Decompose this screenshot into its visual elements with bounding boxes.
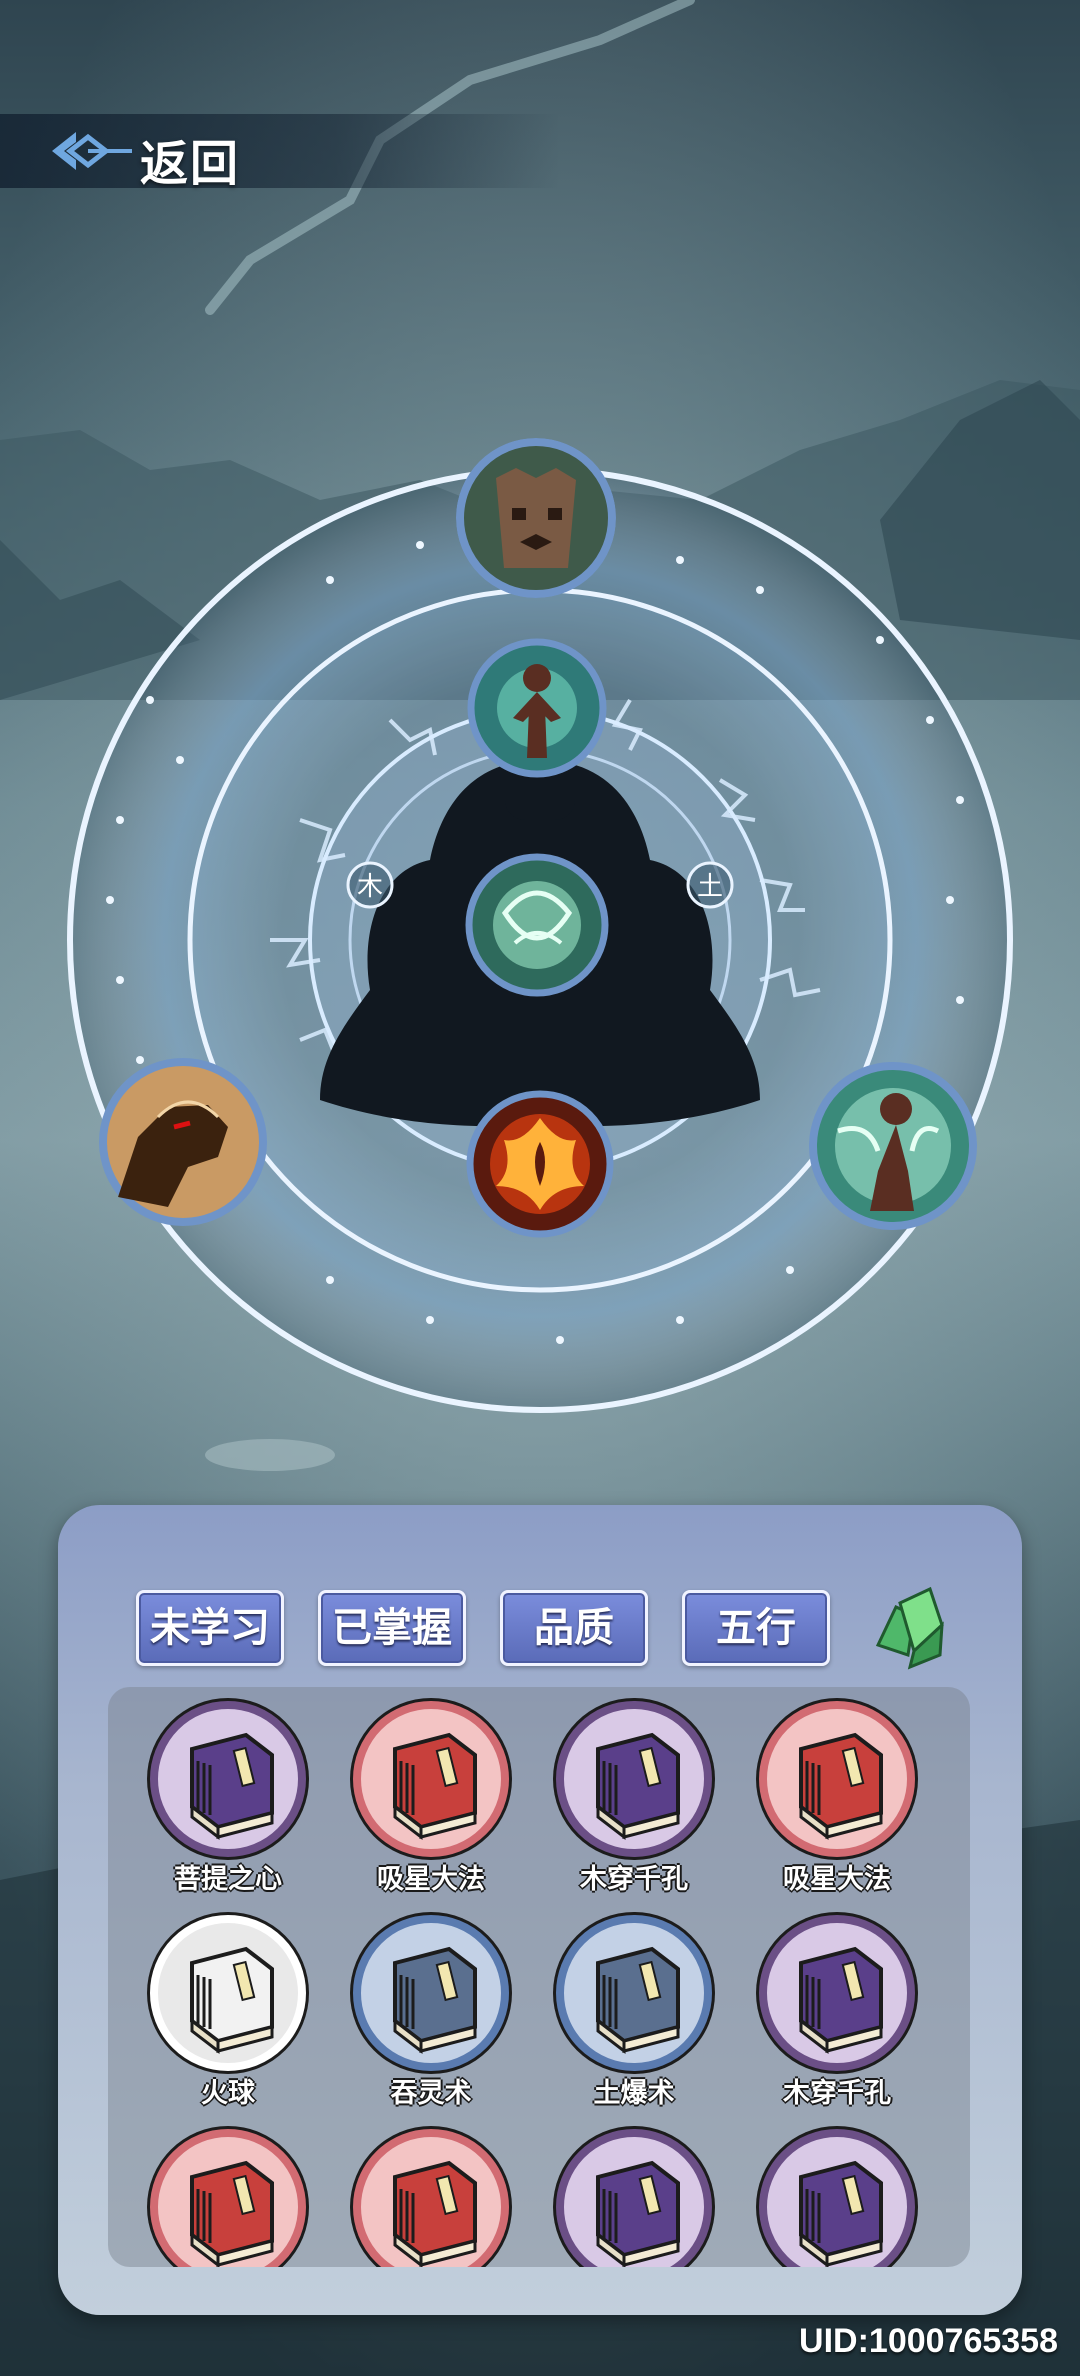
skill-book-item[interactable]: 吸星大法 (752, 1701, 922, 1895)
skill-book-icon (150, 1915, 306, 2071)
tab-unlearned[interactable]: 未学习 (136, 1590, 284, 1666)
head-chakra-skill[interactable] (467, 638, 607, 778)
skill-book-grid: 菩提之心 吸星大法 木穿千孔 吸星大法 火球 吞灵术 土爆术 木穿千孔 (108, 1687, 970, 2267)
skill-book-label: 火球 (201, 2078, 255, 2109)
skill-book-item[interactable] (549, 2129, 719, 2267)
skill-book-icon (353, 1915, 509, 2071)
skill-book-icon (556, 2129, 712, 2267)
beast-silhouette-icon (99, 1058, 267, 1226)
skill-book-icon (556, 1701, 712, 1857)
wind-figure-icon (809, 1062, 977, 1230)
skill-book-item[interactable]: 吞灵术 (346, 1915, 516, 2109)
skill-book-item[interactable]: 菩提之心 (143, 1701, 313, 1895)
back-arrow-icon[interactable] (48, 128, 134, 174)
element-mark-earth: 土 (697, 872, 723, 902)
skill-book-item[interactable] (346, 2129, 516, 2267)
skill-book-item[interactable] (143, 2129, 313, 2267)
earth-beast-skill[interactable] (98, 1057, 268, 1227)
skill-book-label: 土爆术 (593, 2078, 675, 2109)
wind-figure-skill[interactable] (808, 1061, 978, 1231)
skill-book-icon (150, 2129, 306, 2267)
tab-five-elements[interactable]: 五行 (682, 1590, 830, 1666)
phoenix-flame-icon (466, 1090, 614, 1238)
skill-book-icon (759, 2129, 915, 2267)
skill-book-icon (150, 1701, 306, 1857)
skill-book-item[interactable]: 吸星大法 (346, 1701, 516, 1895)
skill-book-panel: 未学习 已掌握 品质 五行 菩提之心 吸星大法 木穿千孔 吸星大法 火球 吞灵术 土爆术 木穿… (58, 1505, 1022, 2315)
green-crystal-icon[interactable] (870, 1585, 950, 1671)
tab-mastered[interactable]: 已掌握 (318, 1590, 466, 1666)
skill-book-icon (353, 1701, 509, 1857)
skill-book-label: 木穿千孔 (783, 2078, 891, 2109)
skill-book-icon (759, 1915, 915, 2071)
skill-book-label: 吸星大法 (377, 1864, 485, 1895)
skill-book-item[interactable] (752, 2129, 922, 2267)
skill-book-label: 吸星大法 (783, 1864, 891, 1895)
skill-book-icon (353, 2129, 509, 2267)
skill-book-icon (759, 1701, 915, 1857)
tree-spirit-skill[interactable] (456, 438, 616, 598)
back-bar[interactable]: 返回 (0, 114, 560, 192)
humanoid-glow-icon (467, 638, 607, 778)
skill-book-item[interactable]: 木穿千孔 (549, 1701, 719, 1895)
tab-quality[interactable]: 品质 (500, 1590, 648, 1666)
heart-chakra-skill[interactable] (465, 853, 609, 997)
user-id: UID:1000765358 (799, 2322, 1058, 2360)
skill-book-icon (556, 1915, 712, 2071)
skill-book-item[interactable]: 土爆术 (549, 1915, 719, 2109)
skill-book-label: 吞灵术 (390, 2078, 472, 2109)
skill-book-item[interactable]: 木穿千孔 (752, 1915, 922, 2109)
element-mark-wood: 木 (357, 872, 383, 902)
skill-book-label: 菩提之心 (174, 1864, 282, 1895)
tree-face-icon (456, 438, 616, 598)
back-label[interactable]: 返回 (140, 124, 240, 194)
skill-book-label: 木穿千孔 (580, 1864, 688, 1895)
skill-book-item[interactable]: 火球 (143, 1915, 313, 2109)
fire-chakra-skill[interactable] (466, 1090, 614, 1238)
green-energy-hand-icon (465, 853, 609, 997)
